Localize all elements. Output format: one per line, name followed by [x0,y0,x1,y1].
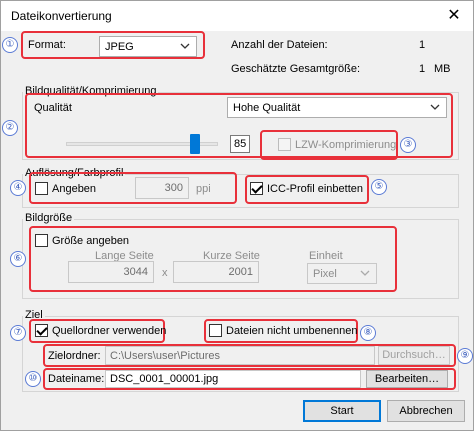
lzw-checkbox[interactable] [278,138,291,151]
format-label: Format: [28,39,66,51]
quality-label: Qualität [34,102,72,114]
filename-label: Dateiname: [48,373,105,385]
callout-badge-9: ⑨ [457,348,473,364]
long-side-field[interactable]: 3044 [68,261,154,283]
unit-value: Pixel [313,268,337,280]
short-side-field[interactable]: 2001 [173,261,259,283]
size-specify-label: Größe angeben [52,235,130,247]
quality-number: 85 [234,138,247,150]
quality-slider-thumb[interactable] [190,134,201,154]
dpi-field[interactable]: 300 [135,177,189,199]
chevron-down-icon [360,270,370,276]
edit-filename-button[interactable]: Bearbeiten… [366,370,448,388]
chevron-down-icon [430,104,440,110]
format-select[interactable]: JPEG [99,36,197,57]
cancel-button[interactable]: Abbrechen [387,400,465,422]
total-size-value: 1 [419,63,426,75]
quality-select[interactable]: Hohe Qualität [227,97,447,118]
long-side-value: 3044 [123,266,148,278]
callout-badge-5: ⑤ [371,179,387,195]
size-checkbox[interactable] [35,234,48,247]
icc-checkbox[interactable] [250,182,263,195]
callout-badge-2: ② [2,120,18,136]
dialog-title: Dateikonvertierung [11,9,112,23]
close-icon[interactable]: ✕ [443,5,465,27]
chevron-down-icon [180,43,190,49]
target-folder-value: C:\Users\user\Pictures [110,350,221,362]
no-rename-checkbox[interactable] [209,324,222,337]
callout-badge-1: ① [2,37,18,53]
callout-badge-10: ⑩ [25,371,41,387]
filename-value: DSC_0001_00001.jpg [110,373,219,385]
resolution-specify-label: Angeben [52,183,97,195]
callout-badge-3: ③ [400,137,416,153]
callout-badge-4: ④ [10,180,26,196]
title-bar: Dateikonvertierung ✕ [1,1,473,31]
source-folder-label: Quellordner verwenden [52,325,167,337]
resolution-checkbox[interactable] [35,182,48,195]
quality-value-field[interactable]: 85 [230,135,250,153]
callout-badge-6: ⑥ [10,251,26,267]
no-rename-label: Dateien nicht umbenennen [226,325,358,337]
start-button[interactable]: Start [303,400,381,422]
filename-field[interactable]: DSC_0001_00001.jpg [105,370,361,388]
size-group-label: Bildgröße [23,212,75,224]
target-folder-field[interactable]: C:\Users\user\Pictures [105,346,375,365]
source-folder-checkbox[interactable] [35,324,48,337]
target-folder-label: Zielordner: [48,350,101,362]
callout-badge-8: ⑧ [360,325,376,341]
total-size-label: Geschätzte Gesamtgröße: [231,63,360,75]
unit-select[interactable]: Pixel [307,263,377,284]
format-value: JPEG [105,41,134,53]
unit-label: Einheit [309,250,343,262]
times-sign: x [162,267,168,279]
short-side-value: 2001 [228,266,253,278]
lzw-label: LZW-Komprimierung [295,139,397,151]
browse-button[interactable]: Durchsuch… [378,346,450,365]
file-count-label: Anzahl der Dateien: [231,39,328,51]
quality-value: Hohe Qualität [233,102,301,114]
total-size-unit: MB [434,63,451,75]
dpi-value: 300 [164,182,183,194]
icc-label: ICC-Profil einbetten [267,183,363,195]
dialog-window: Dateikonvertierung ✕ ① Format: JPEG Anza… [0,0,474,431]
dpi-unit: ppi [196,183,211,195]
callout-badge-7: ⑦ [10,325,26,341]
file-count-value: 1 [419,39,426,51]
